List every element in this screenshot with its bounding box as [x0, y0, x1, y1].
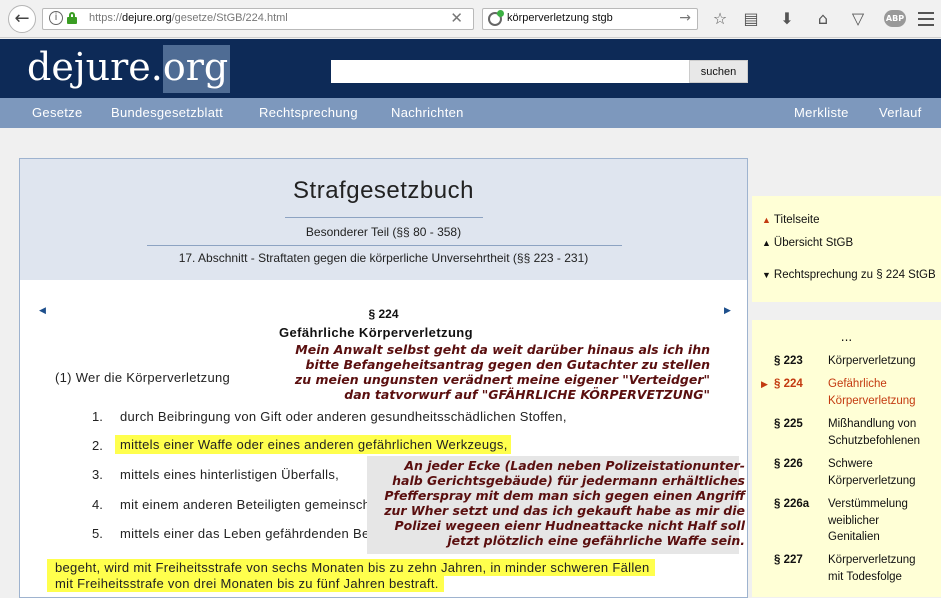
nav-rechtsprechung[interactable]: Rechtsprechung: [259, 105, 358, 120]
law-card: Strafgesetzbuch Besonderer Teil (§§ 80 -…: [19, 158, 748, 598]
url-bar[interactable]: i https://dejure.org/gesetze/StGB/224.ht…: [42, 8, 474, 30]
nav-nachrichten[interactable]: Nachrichten: [391, 105, 464, 120]
url-text: https://dejure.org/gesetze/StGB/224.html: [89, 12, 288, 24]
site-nav: Gesetze Bundesgesetzblatt Rechtsprechung…: [0, 98, 941, 128]
user-annotation-2: An jeder Ecke (Laden neben Polizeistatio…: [384, 458, 745, 548]
item-number: 1.: [92, 409, 103, 424]
law-penalty-line: mit Freiheitsstrafe von drei Monaten bis…: [47, 575, 444, 592]
item-number: 2.: [92, 438, 103, 453]
user-annotation-1: Mein Anwalt selbst geht da weit darüber …: [294, 342, 710, 402]
browser-search-query: körperverletzung stgb: [507, 12, 613, 24]
link-uebersicht[interactable]: ▲ Übersicht StGB: [762, 237, 853, 249]
reading-list-icon[interactable]: ▤: [741, 9, 761, 29]
triangle-up-icon: ▲: [762, 238, 771, 248]
current-arrow-icon: ▶: [761, 379, 768, 389]
paragraph-number: § 224: [368, 307, 399, 321]
search-engine-icon[interactable]: [488, 10, 504, 26]
list-item[interactable]: § 223 Körperverletzung: [752, 353, 941, 373]
clear-url-icon[interactable]: ✕: [450, 9, 463, 27]
item-number: 5.: [92, 526, 103, 541]
sidebar-paragraph-list: ... § 223 Körperverletzung ▶ § 224 Gefäh…: [752, 320, 941, 597]
section-title[interactable]: 17. Abschnitt - Straftaten gegen die kör…: [20, 251, 747, 265]
sidebar-links: ▲ Titelseite ▲ Übersicht StGB ▼ Rechtsprech…: [752, 196, 941, 302]
site-logo[interactable]: dejure.org: [27, 45, 231, 93]
pocket-icon[interactable]: ▽: [848, 9, 868, 29]
back-arrow-icon[interactable]: ←: [8, 5, 36, 33]
divider: [285, 217, 483, 218]
law-intro: (1) Wer die Körperverletzung: [55, 370, 231, 385]
item-number: 3.: [92, 467, 103, 482]
item-number: 4.: [92, 497, 103, 512]
hamburger-menu-icon[interactable]: [918, 12, 934, 26]
part-title[interactable]: Besonderer Teil (§§ 80 - 358): [20, 225, 747, 239]
site-search-button[interactable]: suchen: [689, 60, 748, 83]
triangle-down-icon: ▼: [762, 270, 771, 280]
list-item[interactable]: § 227 Körperverletzung mit Todesfolge: [752, 552, 941, 588]
law-item: mittels eines hinterlistigen Überfalls,: [120, 467, 340, 482]
browser-search-bar[interactable]: körperverletzung stgb →: [482, 8, 698, 30]
law-penalty-line: begeht, wird mit Freiheitsstrafe von sec…: [47, 559, 655, 576]
nav-gesetze[interactable]: Gesetze: [32, 105, 83, 120]
law-item-highlighted: mittels einer Waffe oder eines anderen g…: [115, 435, 511, 454]
list-item-active[interactable]: ▶ § 224 Gefährliche Körperverletzung: [752, 376, 941, 412]
list-ellipsis[interactable]: ...: [752, 330, 941, 344]
search-go-arrow-icon[interactable]: →: [679, 10, 691, 26]
link-titelseite[interactable]: ▲ Titelseite: [762, 214, 820, 226]
triangle-up-icon: ▲: [762, 215, 771, 225]
list-item[interactable]: § 226 Schwere Körperverletzung: [752, 456, 941, 492]
nav-verlauf[interactable]: Verlauf: [879, 105, 922, 120]
nav-merkliste[interactable]: Merkliste: [794, 105, 849, 120]
list-item[interactable]: § 225 Mißhandlung von Schutzbefohlenen: [752, 416, 941, 452]
list-item[interactable]: § 226a Verstümmelung weiblicher Genitalien: [752, 496, 941, 548]
adblock-plus-icon[interactable]: ABP: [884, 10, 906, 27]
link-rechtsprechung[interactable]: ▼ Rechtsprechung zu § 224 StGB: [762, 269, 936, 281]
info-icon[interactable]: i: [49, 11, 63, 25]
lock-icon: [67, 12, 77, 24]
browser-toolbar: ← i https://dejure.org/gesetze/StGB/224.…: [0, 0, 941, 38]
law-card-header: Strafgesetzbuch Besonderer Teil (§§ 80 -…: [20, 159, 747, 280]
law-item: durch Beibringung von Gift oder anderen …: [120, 409, 567, 424]
site-search-input[interactable]: [331, 60, 689, 83]
nav-bundesgesetzblatt[interactable]: Bundesgesetzblatt: [111, 105, 223, 120]
paragraph-title: Gefährliche Körperverletzung: [279, 325, 473, 340]
home-icon[interactable]: ⌂: [813, 9, 833, 29]
page-title: Strafgesetzbuch: [293, 177, 474, 204]
bookmark-star-icon[interactable]: ☆: [710, 9, 730, 29]
download-arrow-icon[interactable]: ⬇: [777, 9, 797, 29]
divider: [147, 245, 622, 246]
